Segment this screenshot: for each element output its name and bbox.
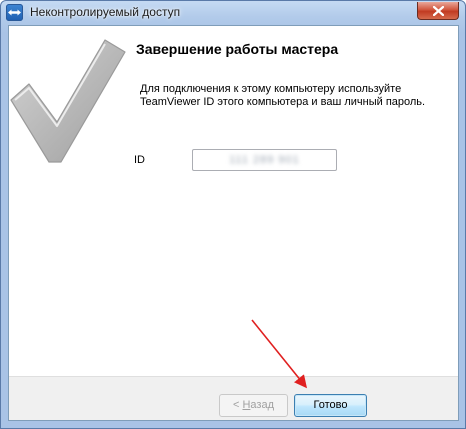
finish-button[interactable]: Готово	[294, 394, 367, 417]
id-value: 111 289 901	[229, 154, 300, 166]
wizard-description: Для подключения к этому компьютеру испол…	[140, 83, 426, 108]
teamviewer-icon	[6, 4, 23, 21]
window-title: Неконтролируемый доступ	[30, 5, 181, 19]
id-label: ID	[134, 154, 145, 166]
wizard-heading: Завершение работы мастера	[136, 41, 339, 57]
title-bar[interactable]: Неконтролируемый доступ	[1, 1, 465, 25]
id-field[interactable]: 111 289 901	[192, 149, 337, 171]
checkmark-icon	[10, 39, 126, 163]
wizard-content: Завершение работы мастера Для подключени…	[8, 25, 459, 421]
back-button[interactable]: < Назад	[219, 394, 288, 417]
close-button[interactable]	[417, 2, 459, 20]
wizard-footer: < Назад Готово	[9, 376, 458, 420]
back-button-label: азад	[250, 399, 274, 411]
wizard-window: Неконтролируемый доступ Завершение работ…	[0, 0, 466, 429]
close-icon	[433, 6, 444, 16]
